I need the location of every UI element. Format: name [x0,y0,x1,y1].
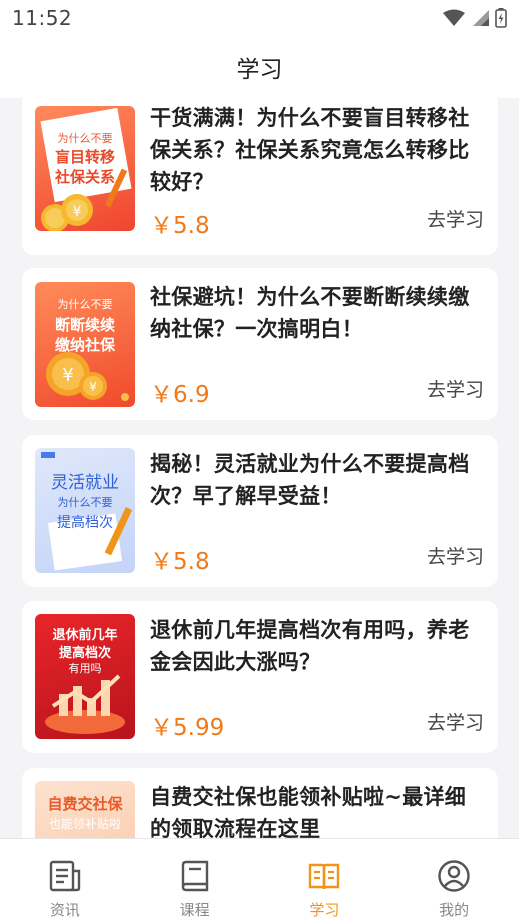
course-book-icon [181,860,208,892]
thumbnail-line: 提高档次 [58,646,111,661]
course-price: ￥5.8 [150,213,210,239]
course-thumbnail: ¥ ¥ 为什么不要 断断续续 缴纳社保 [35,282,135,407]
tab-mine[interactable]: 我的 [389,839,519,924]
thumbnail-line: 为什么不要 [57,496,113,509]
signal-icon [473,10,489,26]
bottom-tab-bar: 资讯 课程 学习 我的 [0,838,519,924]
battery-icon [495,8,507,28]
thumbnail-illustration [41,452,133,571]
status-time: 11:52 [12,6,73,30]
course-thumbnail: 退休前几年 提高档次 有用吗 [35,614,135,739]
tab-label: 学习 [309,901,340,919]
thumbnail-line: 有用吗 [68,662,102,675]
course-title[interactable]: 自费交社保也能领补贴啦~最详细的领取流程在这里 [150,781,484,838]
wifi-icon [443,9,465,26]
go-study-button[interactable]: 去学习 [427,375,484,402]
course-price: ￥6.9 [150,382,210,408]
svg-text:¥: ¥ [73,204,82,220]
svg-text:¥: ¥ [62,365,73,386]
course-thumbnail: 自费交社保 也能领补贴啦 [35,781,135,838]
course-card[interactable]: ¥ ¥ 为什么不要 断断续续 缴纳社保 社保避坑！为什么不要断断续续缴纳社保？一… [22,268,498,420]
course-thumbnail: ¥ 为什么不要 盲目转移 社保关系 [35,106,135,231]
course-title[interactable]: 退休前几年提高档次有用吗，养老金会因此大涨吗？ [150,614,484,678]
thumbnail-line: 盲目转移 [54,148,115,166]
course-card[interactable]: 自费交社保 也能领补贴啦 自费交社保也能领补贴啦~最详细的领取流程在这里 [22,768,498,838]
go-study-button[interactable]: 去学习 [427,542,484,569]
course-list[interactable]: ¥ 为什么不要 盲目转移 社保关系 干货满满！为什么不要盲目转移社保关系？社保关… [0,98,519,838]
course-title[interactable]: 社保避坑！为什么不要断断续续缴纳社保？一次搞明白！ [150,281,484,345]
tab-label: 资讯 [49,901,80,919]
tab-label: 我的 [439,901,470,919]
status-icons [443,8,507,28]
news-icon [49,860,81,892]
open-book-icon [309,863,340,890]
app-header: 学习 [0,36,519,98]
tab-study[interactable]: 学习 [260,839,390,924]
course-price: ￥5.8 [150,549,210,575]
course-thumbnail: 灵活就业 为什么不要 提高档次 [35,448,135,573]
thumbnail-line: 社保关系 [54,168,115,186]
status-bar: 11:52 [0,0,519,36]
course-card[interactable]: 灵活就业 为什么不要 提高档次 揭秘！灵活就业为什么不要提高档次？早了解早受益！… [22,435,498,587]
go-study-button[interactable]: 去学习 [427,205,484,232]
tab-courses[interactable]: 课程 [130,839,260,924]
tab-label: 课程 [179,901,210,919]
thumbnail-line: 为什么不要 [57,132,113,145]
thumbnail-line: 缴纳社保 [54,336,115,354]
tab-news[interactable]: 资讯 [0,839,130,924]
svg-text:¥: ¥ [89,380,97,394]
thumbnail-line: 也能领补贴啦 [48,817,121,831]
course-price: ￥5.99 [150,715,225,741]
course-title[interactable]: 揭秘！灵活就业为什么不要提高档次？早了解早受益！ [150,448,484,512]
course-card[interactable]: ¥ 为什么不要 盲目转移 社保关系 干货满满！为什么不要盲目转移社保关系？社保关… [22,98,498,255]
thumbnail-line: 提高档次 [57,515,113,531]
course-title[interactable]: 干货满满！为什么不要盲目转移社保关系？社保关系究竟怎么转移比较好？ [150,102,484,198]
course-card[interactable]: 退休前几年 提高档次 有用吗 退休前几年提高档次有用吗，养老金会因此大涨吗？ ￥… [22,601,498,753]
thumbnail-line: 为什么不要 [57,298,113,311]
page-title: 学习 [236,57,283,83]
thumbnail-line: 退休前几年 [52,628,118,643]
thumbnail-line: 自费交社保 [47,795,123,813]
thumbnail-line: 灵活就业 [51,473,119,493]
go-study-button[interactable]: 去学习 [427,708,484,735]
profile-icon [438,860,470,892]
thumbnail-line: 断断续续 [54,316,115,334]
